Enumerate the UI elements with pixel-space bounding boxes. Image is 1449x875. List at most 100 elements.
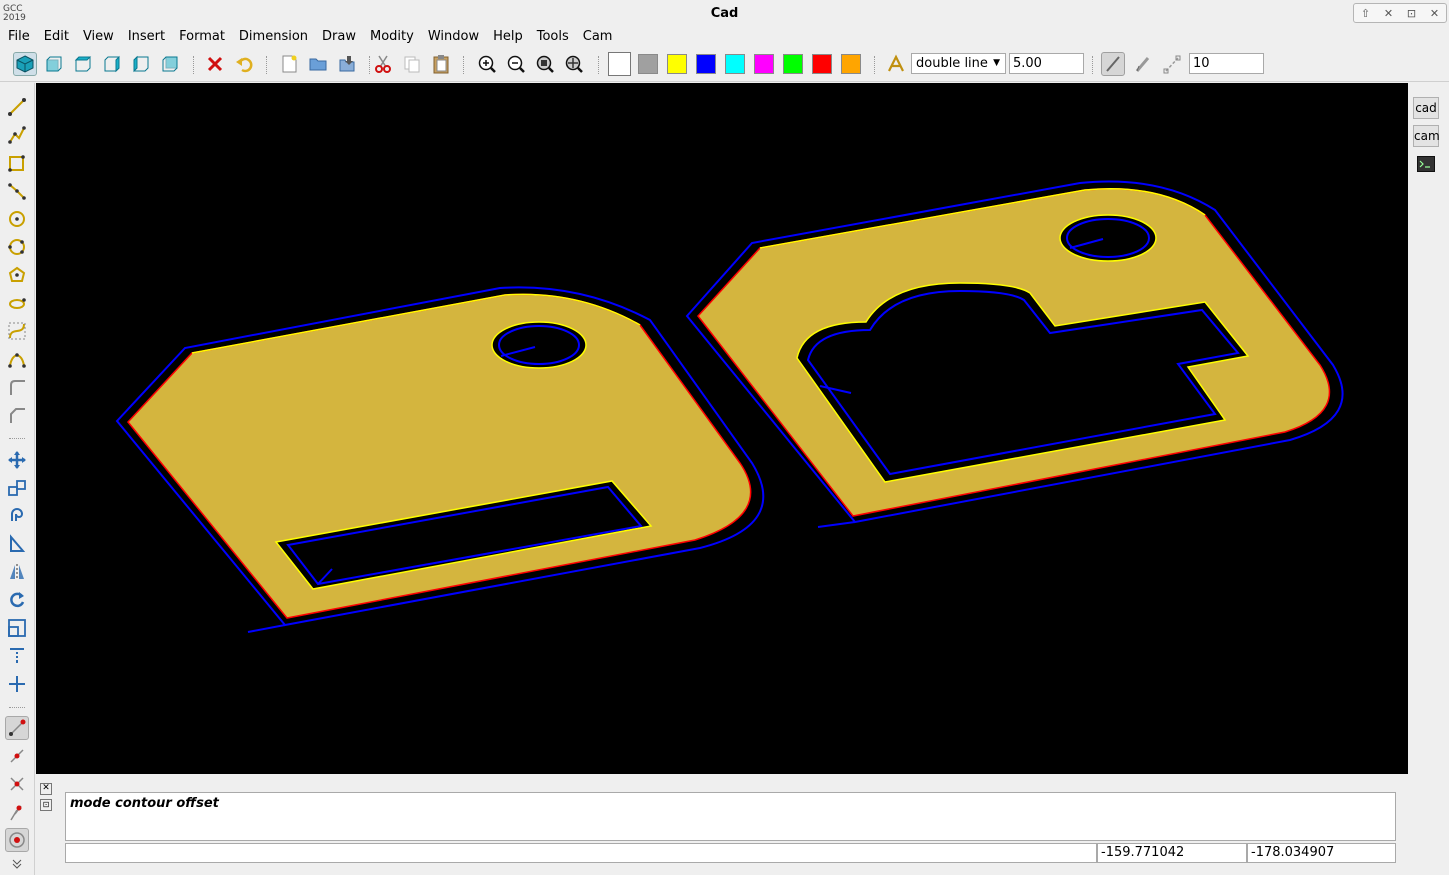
- menu-dimension[interactable]: Dimension: [231, 27, 314, 47]
- cam-tab[interactable]: cam: [1413, 125, 1440, 147]
- color-swatch-cyan[interactable]: [725, 54, 745, 74]
- window-title: Cad: [710, 6, 739, 21]
- coord-y: -178.034907: [1247, 843, 1396, 863]
- view-left-icon[interactable]: [129, 52, 153, 76]
- color-swatch-gray[interactable]: [638, 54, 658, 74]
- cad-tab[interactable]: cad: [1413, 97, 1439, 119]
- polygon-icon[interactable]: [5, 179, 29, 203]
- terminal-icon[interactable]: [1413, 153, 1439, 175]
- line-icon[interactable]: [5, 95, 29, 119]
- view-front-icon[interactable]: [42, 52, 66, 76]
- menu-format[interactable]: Format: [171, 27, 231, 47]
- cut-icon[interactable]: [371, 52, 395, 76]
- snap-center-icon[interactable]: [5, 828, 29, 852]
- menu-help[interactable]: Help: [485, 27, 529, 47]
- menu-tools[interactable]: Tools: [529, 27, 575, 47]
- move-icon[interactable]: [5, 448, 29, 472]
- snap-mid-icon[interactable]: [5, 744, 29, 768]
- up-arrow-icon[interactable]: ⇧: [1361, 7, 1370, 20]
- ortho-line-icon[interactable]: [1101, 52, 1125, 76]
- paste-icon[interactable]: [429, 52, 453, 76]
- save-icon[interactable]: [335, 52, 359, 76]
- menu-edit[interactable]: Edit: [36, 27, 75, 47]
- menu-draw[interactable]: Draw: [314, 27, 362, 47]
- toolbar-separator: [193, 56, 195, 74]
- text-style-icon[interactable]: [884, 52, 908, 76]
- zoom-window-icon[interactable]: [533, 52, 557, 76]
- color-swatch-yellow[interactable]: [667, 54, 687, 74]
- line-style-select[interactable]: double line ▼: [911, 53, 1006, 74]
- view-iso-icon[interactable]: [13, 52, 37, 76]
- polyline-icon[interactable]: [5, 123, 29, 147]
- part1-leadin: [247, 624, 286, 633]
- toolbar-separator: [9, 707, 25, 708]
- dim-horizontal-icon[interactable]: [5, 672, 29, 696]
- menu-view[interactable]: View: [75, 27, 120, 47]
- color-swatch-orange[interactable]: [841, 54, 861, 74]
- drawing-canvas[interactable]: [36, 83, 1408, 774]
- scale-icon[interactable]: [5, 616, 29, 640]
- snap-grid-icon[interactable]: [1160, 52, 1184, 76]
- fillet-icon[interactable]: [5, 375, 29, 399]
- snap-perpendicular-icon[interactable]: [5, 800, 29, 824]
- menu-modity[interactable]: Modity: [362, 27, 420, 47]
- view-top-icon[interactable]: [71, 52, 95, 76]
- toolbar-separator: [266, 56, 268, 74]
- menu-insert[interactable]: Insert: [120, 27, 171, 47]
- close-icon[interactable]: ✕: [1430, 7, 1439, 20]
- float-panel-icon[interactable]: ⊡: [40, 799, 52, 811]
- curve-icon[interactable]: [5, 347, 29, 371]
- circle-icon[interactable]: [5, 207, 29, 231]
- mirror2-icon[interactable]: [5, 560, 29, 584]
- copy-objects-icon[interactable]: [5, 476, 29, 500]
- undo-icon[interactable]: [232, 52, 256, 76]
- line-style-value: double line: [916, 56, 988, 71]
- close-panel-icon[interactable]: ✕: [40, 783, 52, 795]
- color-swatch-magenta[interactable]: [754, 54, 774, 74]
- view-back-icon[interactable]: [158, 52, 182, 76]
- rotate-icon[interactable]: [5, 588, 29, 612]
- more-tools-icon[interactable]: [5, 855, 29, 871]
- mirror-icon[interactable]: [5, 532, 29, 556]
- color-swatch-red[interactable]: [812, 54, 832, 74]
- color-swatch-green[interactable]: [783, 54, 803, 74]
- ellipse-icon[interactable]: [5, 263, 29, 287]
- menu-file[interactable]: File: [0, 27, 36, 47]
- minimize-icon[interactable]: ✕: [1384, 7, 1393, 20]
- command-history: mode contour offset: [65, 792, 1396, 841]
- drawing-view: [115, 180, 1344, 633]
- snap-intersection-icon[interactable]: [5, 772, 29, 796]
- toolbar-separator: [9, 438, 25, 439]
- command-input[interactable]: [65, 843, 1097, 863]
- pencil-icon[interactable]: [1131, 52, 1155, 76]
- spline-icon[interactable]: [5, 291, 29, 315]
- snap-value-input[interactable]: 10: [1189, 53, 1264, 74]
- zoom-extents-icon[interactable]: [562, 52, 586, 76]
- dim-vertical-icon[interactable]: [5, 644, 29, 668]
- view-right-icon[interactable]: [100, 52, 124, 76]
- menu-window[interactable]: Window: [420, 27, 485, 47]
- snap-end-icon[interactable]: [5, 716, 29, 740]
- copy-icon[interactable]: [400, 52, 424, 76]
- zoom-in-icon[interactable]: [475, 52, 499, 76]
- bezier-icon[interactable]: [5, 319, 29, 343]
- toolbar-separator: [874, 56, 876, 74]
- delete-icon[interactable]: [203, 52, 227, 76]
- maximize-icon[interactable]: ⊡: [1407, 7, 1416, 20]
- arc-icon[interactable]: [5, 235, 29, 259]
- offset-icon[interactable]: [5, 504, 29, 528]
- line-width-input[interactable]: 5.00: [1009, 53, 1084, 74]
- zoom-out-icon[interactable]: [504, 52, 528, 76]
- part1-hole: [491, 321, 587, 369]
- main-toolbar: double line ▼ 5.00 10: [0, 47, 1449, 82]
- menu-cam[interactable]: Cam: [575, 27, 619, 47]
- chamfer-icon[interactable]: [5, 403, 29, 427]
- new-file-icon[interactable]: [277, 52, 301, 76]
- open-folder-icon[interactable]: [306, 52, 330, 76]
- coord-x: -159.771042: [1097, 843, 1247, 863]
- color-swatch-white[interactable]: [608, 52, 631, 76]
- part2-leadin: [817, 521, 856, 528]
- title-bar: GCC 2019 Cad ⇧ ✕ ⊡ ✕: [0, 0, 1449, 28]
- rectangle-icon[interactable]: [5, 151, 29, 175]
- color-swatch-blue[interactable]: [696, 54, 716, 74]
